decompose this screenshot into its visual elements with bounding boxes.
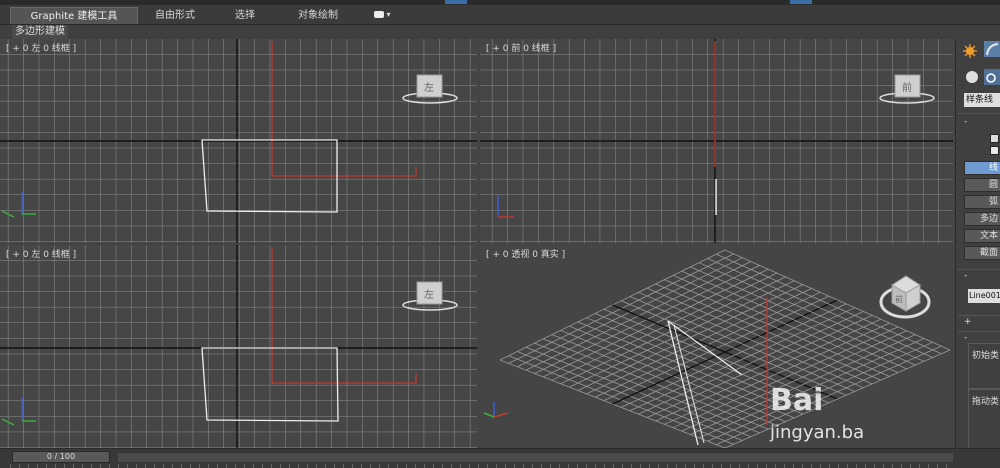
viewport-left-top[interactable]: 左 [ + 0 左 0 线框 ] (0, 39, 477, 243)
rollout-collapse-icon[interactable]: - (964, 117, 967, 127)
timeline-bar: 0 / 100 (0, 448, 1000, 468)
viewcube-face-label: 左 (424, 288, 434, 301)
rollout-divider (958, 315, 1000, 316)
viewport-left-top-canvas: 左 (0, 39, 477, 243)
create-star-icon[interactable] (962, 43, 978, 59)
viewport-front[interactable]: 前 [ + 0 前 0 线框 ] (480, 39, 953, 243)
object-name-field[interactable]: Line001 (968, 289, 1000, 303)
ribbon-tabs: Graphite 建模工具 自由形式 选择 对象绘制 ▾ (0, 5, 1000, 25)
object-type-arc-button[interactable]: 弧 (964, 195, 1000, 209)
timeline-track[interactable] (118, 453, 953, 462)
viewport-perspective[interactable]: 前 Bai jingyan.ba [ + 0 透视 0 真实 ] (480, 245, 953, 448)
ribbon-panel-bar: 多边形建模 (0, 25, 1000, 39)
rollout-collapse-icon[interactable]: - (964, 271, 967, 281)
ribbon-options-icon (374, 11, 384, 18)
viewport-left-bottom[interactable]: 左 [ + 0 左 0 线框 ] (0, 245, 477, 448)
viewport-left-bottom-canvas: 左 (0, 245, 477, 448)
viewport-front-canvas: 前 (480, 39, 953, 243)
viewcube-face-label: 前 (902, 81, 912, 94)
object-type-line-button[interactable]: 线 (964, 161, 1000, 175)
viewport-perspective-canvas: 前 Bai jingyan.ba (480, 245, 953, 448)
time-slider[interactable]: 0 / 100 (12, 451, 110, 463)
toolbar-accent (790, 0, 812, 4)
rollout-divider (958, 269, 1000, 270)
viewport-label[interactable]: [ + 0 前 0 线框 ] (486, 41, 556, 54)
object-type-text-button[interactable]: 文本 (964, 229, 1000, 243)
object-type-section-button[interactable]: 截面 (964, 246, 1000, 260)
tab-freeform[interactable]: 自由形式 (140, 7, 210, 24)
ribbon-options-dropdown[interactable]: ▾ (374, 9, 394, 21)
rollout-collapse-icon[interactable]: - (964, 333, 967, 343)
rollout-expand-icon[interactable]: + (964, 317, 972, 327)
viewport-label[interactable]: [ + 0 透视 0 真实 ] (486, 247, 565, 260)
start-new-shape-checkbox[interactable] (990, 146, 999, 155)
auto-grid-checkbox[interactable] (990, 134, 999, 143)
command-panel: 样条线 - 线 圆 弧 多边 文本 截面 - Line001 + - 初始类 拖… (955, 39, 1000, 455)
shapes-icon[interactable] (984, 69, 1000, 85)
toolbar-accent (445, 0, 467, 4)
tab-graphite-modeling[interactable]: Graphite 建模工具 (10, 7, 138, 24)
viewport-label[interactable]: [ + 0 左 0 线框 ] (6, 247, 76, 260)
svg-text:Bai: Bai (770, 383, 823, 418)
rollout-divider (958, 331, 1000, 332)
viewport-label[interactable]: [ + 0 左 0 线框 ] (6, 41, 76, 54)
modify-arc-icon[interactable] (984, 41, 1000, 57)
geometry-sphere-icon[interactable] (964, 69, 980, 85)
viewcube-face-label: 前 (895, 294, 903, 304)
drag-type-label: 拖动类 (972, 397, 1000, 407)
watermark-baidu-logo: Bai (770, 383, 823, 418)
tab-selection[interactable]: 选择 (215, 7, 275, 24)
max-application: Graphite 建模工具 自由形式 选择 对象绘制 ▾ 多边形建模 左 [+… (0, 0, 1000, 468)
initial-type-group: 初始类 (968, 343, 1000, 389)
polygon-modeling-label[interactable]: 多边形建模 (12, 25, 68, 39)
category-dropdown[interactable]: 样条线 (964, 93, 1000, 107)
initial-type-label: 初始类 (972, 351, 1000, 361)
viewcube-face-label: 左 (424, 81, 434, 94)
rollout-divider (958, 113, 1000, 114)
object-type-ngon-button[interactable]: 多边 (964, 212, 1000, 226)
object-type-circle-button[interactable]: 圆 (964, 178, 1000, 192)
drag-type-group: 拖动类 (968, 389, 1000, 449)
tab-object-paint[interactable]: 对象绘制 (282, 7, 354, 24)
timeline-ticks (10, 464, 955, 468)
watermark-text: jingyan.ba (769, 422, 864, 443)
